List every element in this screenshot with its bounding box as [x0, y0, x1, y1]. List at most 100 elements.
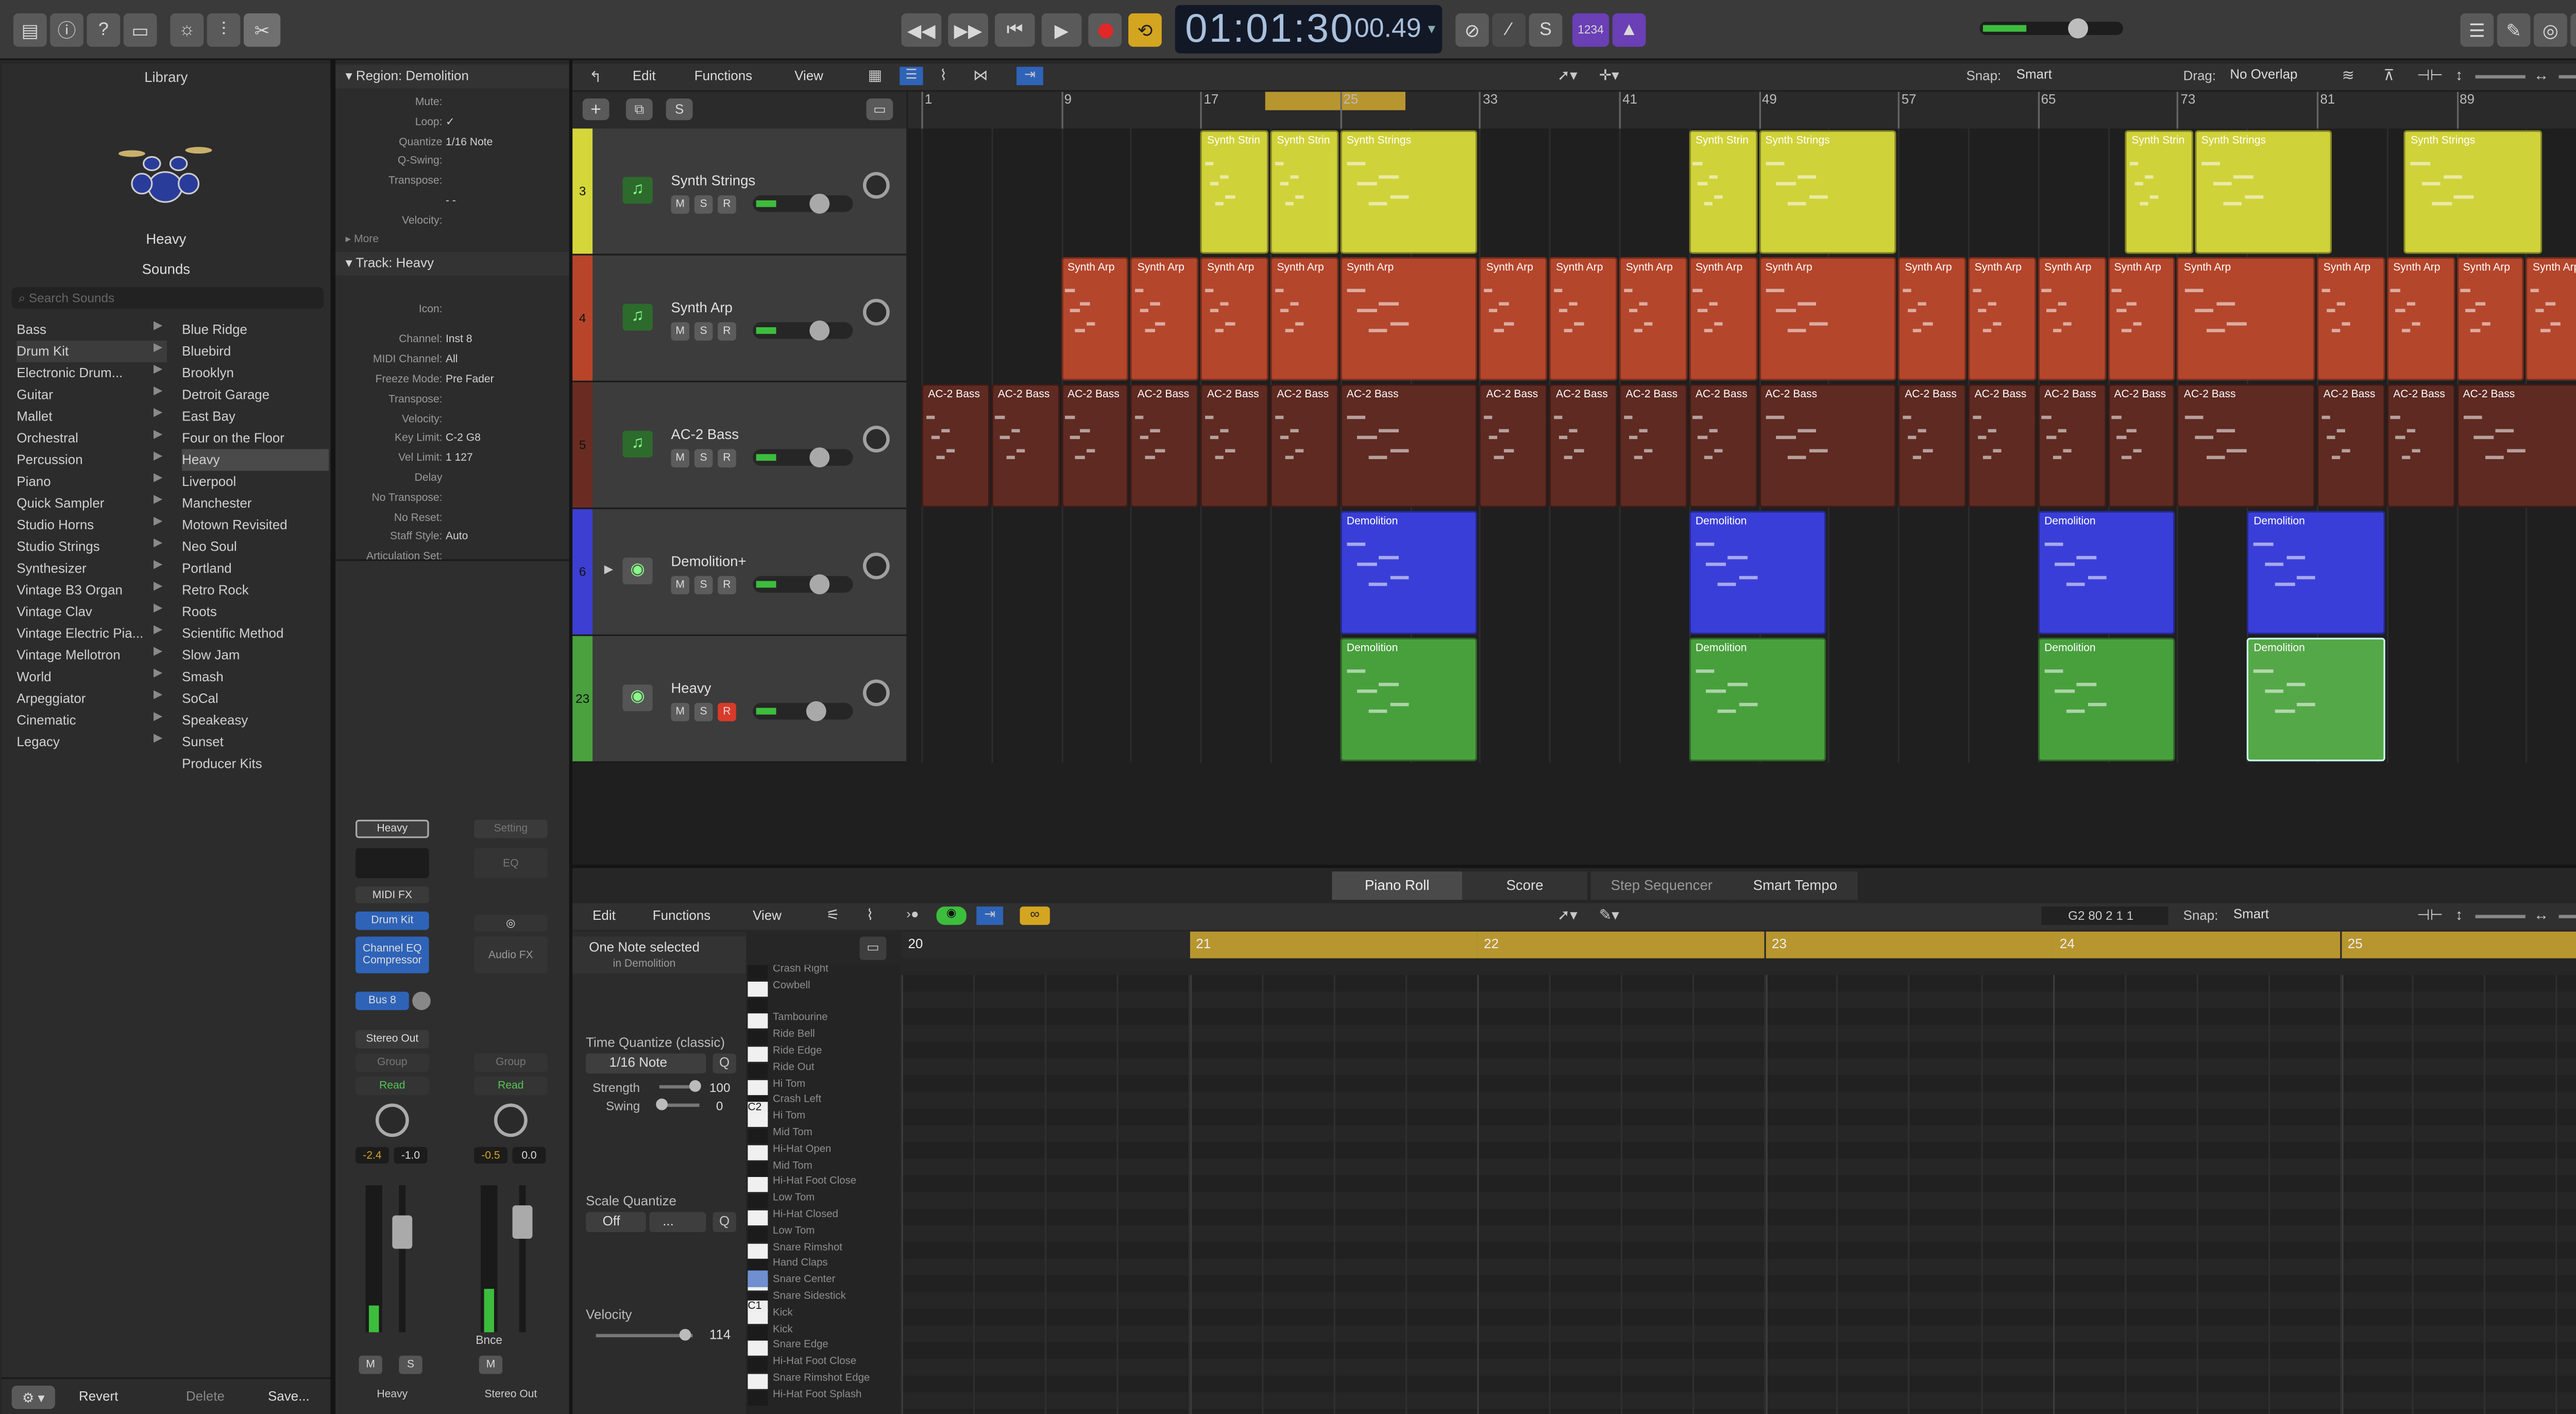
preset-item[interactable]: SoCal — [182, 688, 329, 710]
strip1-instrument-slot[interactable]: Drum Kit — [355, 911, 429, 930]
cycle-icon[interactable]: ⟲ — [1128, 13, 1162, 47]
region[interactable]: Synth Arp — [2386, 257, 2455, 381]
pan-knob[interactable] — [862, 426, 890, 452]
pan-knob[interactable] — [862, 552, 890, 580]
preset-item[interactable]: Portland — [182, 558, 329, 579]
strip1-fader-cap[interactable] — [392, 1215, 413, 1249]
region[interactable]: Synth Strin — [1270, 130, 1338, 254]
tab-smart-tempo[interactable]: Smart Tempo — [1732, 871, 1858, 900]
editor-ruler[interactable]: 20 21 22 23 24 25 — [901, 931, 2576, 958]
track-param-row[interactable]: Velocity: — [335, 411, 569, 429]
record-button[interactable] — [1088, 13, 1122, 47]
global-solo-button[interactable]: S — [666, 98, 693, 121]
piano-key[interactable] — [748, 1374, 768, 1389]
category-item[interactable]: Bass — [16, 319, 167, 341]
region[interactable]: Synth Strin — [1689, 130, 1757, 254]
region[interactable]: Demolition — [2247, 511, 2385, 635]
pan-knob[interactable] — [862, 298, 890, 326]
tuner-icon[interactable]: ⁄ — [1492, 13, 1526, 47]
region[interactable]: Demolition — [1689, 511, 1827, 635]
region-param-row[interactable]: Quantize 1/16 Note — [335, 133, 569, 152]
snap-dropdown[interactable]: Smart — [2016, 67, 2167, 86]
fast-forward-icon[interactable]: ▶▶ — [948, 13, 988, 47]
functions-menu[interactable]: Functions — [694, 69, 752, 83]
track-header-row[interactable]: 4 ♫ Synth Arp M S R — [572, 255, 907, 382]
preset-item[interactable]: Four on the Floor — [182, 427, 329, 449]
region[interactable]: AC-2 Bass — [2038, 384, 2106, 508]
category-item[interactable]: Vintage B3 Organ — [16, 579, 167, 601]
preset-item[interactable]: Slow Jam — [182, 645, 329, 666]
region[interactable]: Synth Arp — [1689, 257, 1757, 381]
track-param-row[interactable]: Vel Limit: 1 127 — [335, 449, 569, 468]
strip1-mute[interactable]: M — [359, 1355, 382, 1374]
editor-hzoom-icon[interactable]: ↔ — [2534, 906, 2549, 923]
time-quantize-dropdown[interactable]: 1/16 Note — [586, 1053, 706, 1074]
strip2-setting-button[interactable]: Setting — [474, 819, 548, 838]
region-header[interactable]: ▾ Region: Demolition — [335, 65, 569, 89]
tab-score[interactable]: Score — [1462, 871, 1588, 900]
region[interactable]: Synth Strings — [2404, 130, 2542, 254]
preset-item[interactable]: Blue Ridge — [182, 319, 329, 341]
cycle-region[interactable] — [2341, 931, 2576, 958]
midi-in-icon[interactable]: ›● — [906, 906, 919, 921]
inspector-icon[interactable]: ⓘ — [50, 13, 83, 47]
cycle-region[interactable] — [1189, 931, 1477, 958]
search-field[interactable]: ⌕ Search Sounds — [11, 287, 324, 309]
strip1-output[interactable]: Stereo Out — [355, 1030, 429, 1049]
region-param-row[interactable]: Transpose: — [335, 172, 569, 191]
flex-icon[interactable]: ⋈ — [973, 67, 988, 86]
preset-item[interactable]: Motown Revisited — [182, 514, 329, 536]
library-toggle-icon[interactable]: ▤ — [13, 13, 47, 47]
region[interactable]: Synth Arp — [1898, 257, 1967, 381]
mute-button[interactable]: M — [671, 449, 690, 468]
strip2-mute[interactable]: M — [479, 1355, 503, 1374]
piano-key[interactable] — [748, 1194, 768, 1209]
preset-item[interactable]: Brooklyn — [182, 362, 329, 384]
track-volume-slider[interactable] — [753, 321, 853, 341]
piano-key[interactable] — [748, 1063, 768, 1079]
disclosure-icon[interactable]: ▶ — [604, 563, 613, 576]
track-param-row[interactable]: Channel: Inst 8 — [335, 330, 569, 349]
track-param-row[interactable]: Freeze Mode: Pre Fader — [335, 371, 569, 389]
vertical-zoom-icon[interactable]: ↕ — [2455, 67, 2463, 83]
region[interactable]: AC-2 Bass — [1758, 384, 1897, 508]
track-volume-slider[interactable] — [753, 447, 853, 468]
solo-button[interactable]: S — [694, 702, 713, 721]
lcd-dropdown-icon[interactable]: ▾ — [1428, 20, 1436, 39]
region[interactable]: Synth Arp — [1340, 257, 1478, 381]
delete-button[interactable]: Delete — [175, 1389, 235, 1404]
scale-type-dropdown[interactable]: ... — [649, 1212, 706, 1232]
region[interactable]: Synth Arp — [1619, 257, 1687, 381]
strip2-group[interactable]: Group — [474, 1053, 548, 1072]
region-param-row[interactable]: Loop: ✓ — [335, 113, 569, 132]
mute-button[interactable]: M — [671, 576, 690, 595]
volume-knob[interactable] — [809, 193, 830, 214]
piano-key[interactable] — [748, 1030, 768, 1046]
track-header-row[interactable]: 23 ◉ Heavy M S R — [572, 636, 907, 763]
category-item[interactable]: Arpeggiator — [16, 688, 167, 710]
category-item[interactable]: Orchestral — [16, 427, 167, 449]
strip1-send-bus[interactable]: Bus 8 — [355, 991, 409, 1011]
track-header-row[interactable]: 5 ♫ AC-2 Bass M S R — [572, 382, 907, 510]
solo-icon[interactable]: S — [1529, 13, 1563, 47]
region[interactable]: Demolition — [1340, 637, 1478, 762]
region[interactable]: Demolition — [2247, 637, 2385, 762]
pointer-tool-icon[interactable]: ➚▾ — [1557, 67, 1578, 86]
record-enable-button[interactable]: R — [718, 449, 736, 468]
master-volume-slider[interactable] — [1979, 18, 2124, 39]
browser-icon[interactable]: ▦ — [2570, 13, 2576, 47]
volume-knob[interactable] — [809, 574, 830, 595]
cycle-region[interactable] — [1765, 931, 2053, 958]
region[interactable]: AC-2 Bass — [1549, 384, 1618, 508]
category-item[interactable]: Cinematic — [16, 710, 167, 731]
drag-dropdown[interactable]: No Overlap — [2230, 67, 2321, 86]
track-name[interactable]: AC-2 Bass — [671, 426, 739, 442]
quantize-q-button[interactable]: Q — [713, 1053, 736, 1074]
region[interactable]: Synth Arp — [2177, 257, 2315, 381]
region[interactable]: Demolition — [2038, 511, 2176, 635]
preset-item[interactable]: Producer Kits — [182, 753, 329, 775]
region[interactable]: AC-2 Bass — [2177, 384, 2315, 508]
catch-icon[interactable]: ⇥ — [1016, 66, 1043, 86]
region-param-row[interactable]: Q-Swing: — [335, 153, 569, 171]
cycle-region[interactable] — [1477, 931, 1765, 958]
